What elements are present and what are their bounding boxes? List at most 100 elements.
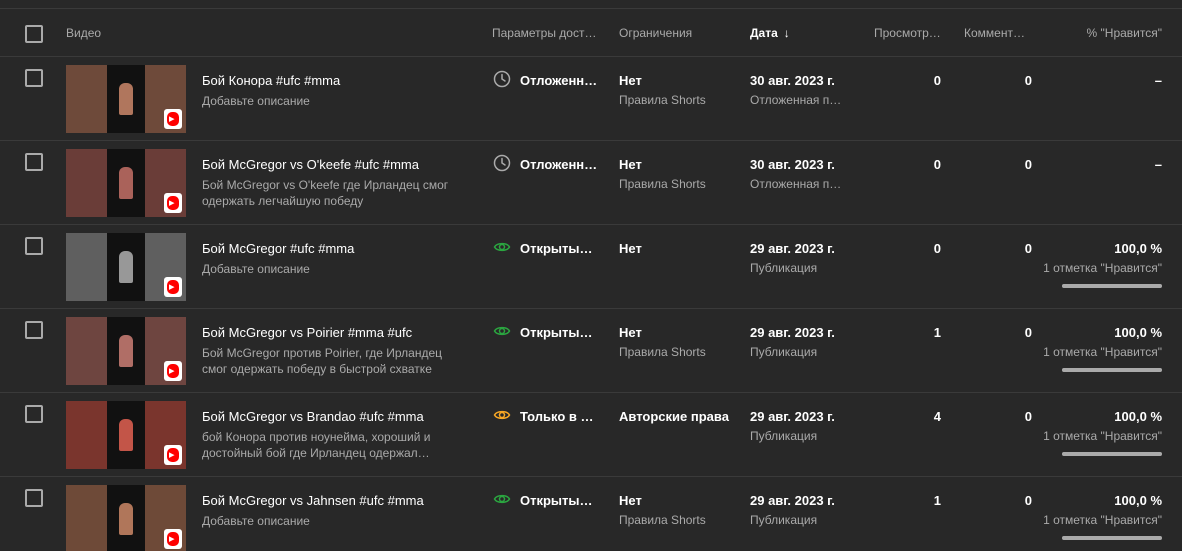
date-value: 29 авг. 2023 г.	[750, 325, 835, 340]
video-thumbnail[interactable]: ▸	[66, 401, 186, 469]
video-title[interactable]: Бой McGregor vs Brandao #ufc #mma	[202, 409, 424, 424]
views-count: 0	[933, 73, 941, 88]
thumbnail-frame	[107, 65, 145, 133]
thumbnail-frame	[107, 317, 145, 385]
visibility-dropdown[interactable]: Открытый …	[520, 241, 600, 256]
thumbnail-blur-left	[66, 65, 107, 133]
column-restrictions[interactable]: Ограничения	[619, 26, 692, 40]
video-description: Добавьте описание	[202, 94, 310, 108]
video-thumbnail[interactable]: ▸	[66, 485, 186, 551]
likes-percent: 100,0 %	[1114, 493, 1162, 508]
likes-bar	[1062, 368, 1162, 372]
thumbnail-frame	[107, 401, 145, 469]
date-status: Публикация	[750, 345, 818, 359]
shorts-icon: ▸	[164, 529, 182, 549]
row-checkbox[interactable]	[25, 321, 43, 339]
eye-icon	[493, 406, 511, 424]
column-video: Видео	[66, 26, 102, 40]
table-row[interactable]: ▸ Бой McGregor vs Poirier #mma #ufc Бой …	[0, 309, 1182, 393]
views-count: 0	[933, 241, 941, 256]
thumbnail-fighter	[119, 251, 133, 283]
restriction-detail: Правила Shorts	[619, 177, 706, 191]
likes-count: 1 отметка "Нравится"	[1043, 261, 1162, 275]
date-value: 29 авг. 2023 г.	[750, 241, 835, 256]
likes-bar	[1062, 284, 1162, 288]
video-title[interactable]: Бой McGregor vs O'keefe #ufc #mma	[202, 157, 419, 172]
thumbnail-fighter	[119, 419, 133, 451]
eye-icon	[493, 322, 511, 340]
date-value: 29 авг. 2023 г.	[750, 409, 835, 424]
comments-count: 0	[1024, 73, 1032, 88]
sort-down-icon[interactable]: ↓	[784, 26, 790, 40]
table-row[interactable]: ▸ Бой McGregor vs Jahnsen #ufc #mma Доба…	[0, 477, 1182, 551]
video-title[interactable]: Бой McGregor vs Poirier #mma #ufc	[202, 325, 412, 340]
restriction-detail: Правила Shorts	[619, 513, 706, 527]
row-checkbox[interactable]	[25, 405, 43, 423]
likes-bar-fill	[1062, 284, 1162, 288]
column-comments[interactable]: Коммент…	[964, 26, 1032, 40]
thumbnail-fighter	[119, 167, 133, 199]
likes-bar-fill	[1062, 452, 1162, 456]
likes-bar-fill	[1062, 368, 1162, 372]
video-thumbnail[interactable]: ▸	[66, 149, 186, 217]
select-all-checkbox[interactable]	[25, 25, 43, 43]
visibility-dropdown[interactable]: Только в н…	[520, 409, 600, 424]
row-checkbox[interactable]	[25, 153, 43, 171]
restriction-value: Нет	[619, 493, 642, 508]
restriction-value: Нет	[619, 241, 642, 256]
video-title[interactable]: Бой McGregor vs Jahnsen #ufc #mma	[202, 493, 424, 508]
row-checkbox[interactable]	[25, 69, 43, 87]
video-title[interactable]: Бой McGregor #ufc #mma	[202, 241, 354, 256]
restriction-value: Нет	[619, 157, 642, 172]
date-status: Отложенная пу…	[750, 177, 846, 191]
visibility-dropdown[interactable]: Отложенна…	[520, 73, 600, 88]
comments-count: 0	[1024, 409, 1032, 424]
video-thumbnail[interactable]: ▸	[66, 317, 186, 385]
shorts-icon: ▸	[164, 109, 182, 129]
date-value: 30 авг. 2023 г.	[750, 157, 835, 172]
restriction-detail: Правила Shorts	[619, 93, 706, 107]
likes-percent: 100,0 %	[1114, 241, 1162, 256]
column-views[interactable]: Просмотр…	[874, 26, 944, 40]
column-visibility[interactable]: Параметры дост…	[492, 26, 602, 40]
likes-bar-fill	[1062, 536, 1162, 540]
views-count: 4	[933, 409, 941, 424]
table-row[interactable]: ▸ Бой McGregor vs Brandao #ufc #mma бой …	[0, 393, 1182, 477]
visibility-dropdown[interactable]: Открытый …	[520, 325, 600, 340]
video-description: Добавьте описание	[202, 514, 310, 528]
shorts-icon: ▸	[164, 361, 182, 381]
likes-count: 1 отметка "Нравится"	[1043, 513, 1162, 527]
column-date[interactable]: Дата ↓	[750, 26, 790, 40]
visibility-dropdown[interactable]: Открытый …	[520, 493, 600, 508]
clock-icon	[493, 70, 511, 88]
thumbnail-blur-left	[66, 149, 107, 217]
video-thumbnail[interactable]: ▸	[66, 233, 186, 301]
top-divider	[0, 0, 1182, 9]
column-date-label: Дата	[750, 26, 778, 40]
thumbnail-blur-left	[66, 233, 107, 301]
table-row[interactable]: ▸ Бой Конора #ufc #mma Добавьте описание…	[0, 57, 1182, 141]
likes-count: 1 отметка "Нравится"	[1043, 345, 1162, 359]
row-checkbox[interactable]	[25, 237, 43, 255]
date-status: Публикация	[750, 429, 818, 443]
video-description: Бой McGregor против Poirier, где Ирланде…	[202, 346, 443, 376]
thumbnail-blur-left	[66, 485, 107, 551]
likes-percent: –	[1154, 73, 1162, 88]
restriction-detail: Правила Shorts	[619, 345, 706, 359]
date-status: Публикация	[750, 513, 818, 527]
table-row[interactable]: ▸ Бой McGregor vs O'keefe #ufc #mma Бой …	[0, 141, 1182, 225]
views-count: 0	[933, 157, 941, 172]
video-thumbnail[interactable]: ▸	[66, 65, 186, 133]
table-row[interactable]: ▸ Бой McGregor #ufc #mma Добавьте описан…	[0, 225, 1182, 309]
video-title[interactable]: Бой Конора #ufc #mma	[202, 73, 340, 88]
row-checkbox[interactable]	[25, 489, 43, 507]
clock-icon	[493, 154, 511, 172]
restriction-value: Авторские права	[619, 409, 729, 424]
comments-count: 0	[1024, 325, 1032, 340]
likes-percent: 100,0 %	[1114, 325, 1162, 340]
likes-bar	[1062, 452, 1162, 456]
thumbnail-fighter	[119, 503, 133, 535]
visibility-dropdown[interactable]: Отложенна…	[520, 157, 600, 172]
shorts-icon: ▸	[164, 445, 182, 465]
column-likes[interactable]: % "Нравится"	[1087, 26, 1162, 40]
